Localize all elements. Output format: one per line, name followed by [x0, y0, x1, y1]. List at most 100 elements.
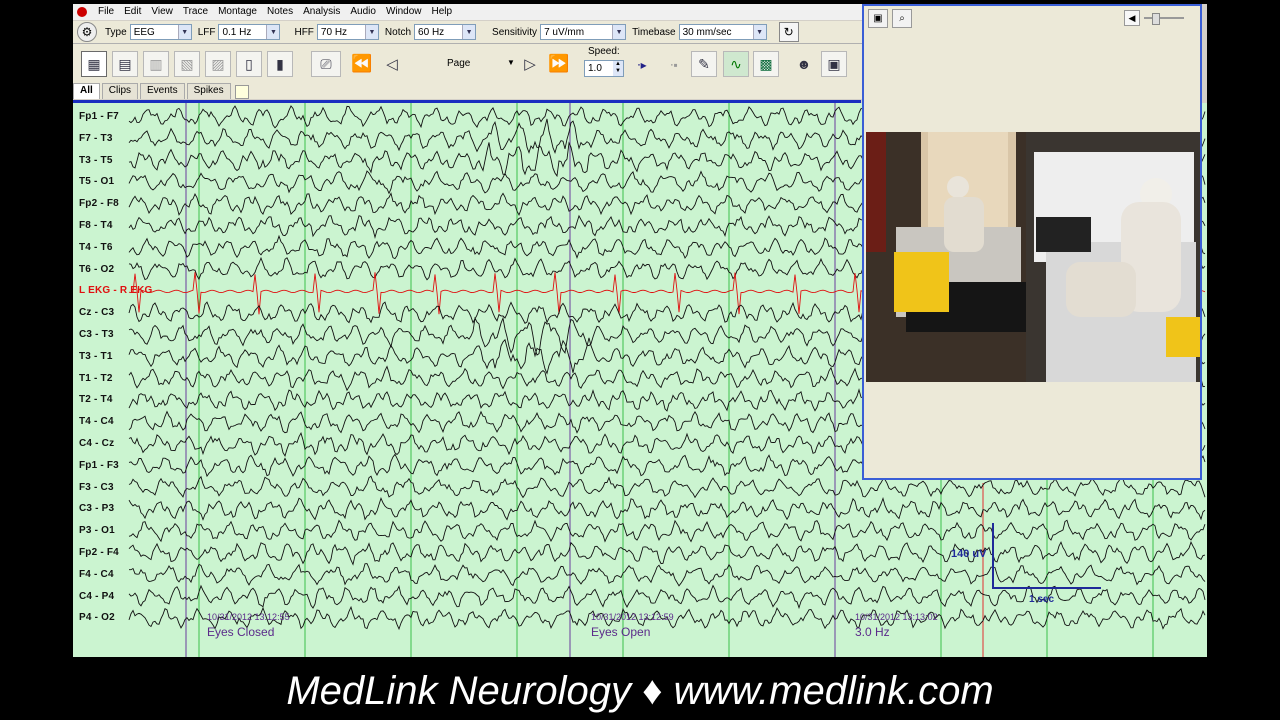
- spectrum-icon[interactable]: ▩: [753, 51, 779, 77]
- volume-slider[interactable]: [1144, 13, 1184, 25]
- tab-clips[interactable]: Clips: [101, 83, 139, 99]
- montage-view-icon[interactable]: ▦: [81, 51, 107, 77]
- channel-label[interactable]: F3 - C3: [79, 482, 114, 493]
- event-timestamp: 10/31/2012 13:12:59: [591, 612, 674, 622]
- sensitivity-select[interactable]: 7 uV/mm ▼: [540, 24, 627, 40]
- video-image: [866, 132, 1200, 382]
- lff-label: LFF: [197, 26, 216, 38]
- channel-label[interactable]: T6 - O2: [79, 264, 114, 275]
- event-timestamp: 10/31/2012 13:13:02: [855, 612, 938, 622]
- tab-all[interactable]: All: [73, 83, 100, 99]
- menu-audio[interactable]: Audio: [345, 5, 381, 19]
- waveform-icon[interactable]: ∿: [723, 51, 749, 77]
- channel-label[interactable]: T4 - C4: [79, 416, 114, 427]
- zoom-icon[interactable]: ⌕: [892, 8, 912, 28]
- channel-label[interactable]: C4 - Cz: [79, 438, 114, 449]
- app-system-icon[interactable]: [75, 5, 89, 19]
- speed-input[interactable]: 1.0 ▲ ▼: [584, 60, 624, 77]
- menu-notes[interactable]: Notes: [262, 5, 298, 19]
- channel-label[interactable]: T5 - O1: [79, 176, 114, 187]
- channel-label[interactable]: Fp1 - F7: [79, 111, 119, 122]
- report-icon[interactable]: ▣: [821, 51, 847, 77]
- sensitivity-label: Sensitivity: [492, 26, 538, 38]
- page-mode-label[interactable]: Page: [447, 58, 470, 69]
- play-pointer-icon[interactable]: ⸱▸: [629, 51, 655, 77]
- page-dropdown-icon[interactable]: ▼: [507, 58, 515, 67]
- timebase-value: 30 mm/sec: [682, 26, 732, 38]
- menu-file[interactable]: File: [93, 5, 119, 19]
- chevron-down-icon: ▼: [364, 25, 378, 39]
- chevron-down-icon: ▼: [752, 25, 766, 39]
- menu-edit[interactable]: Edit: [119, 5, 146, 19]
- speed-label: Speed:: [588, 46, 620, 57]
- calibration-time: 1 sec: [1029, 594, 1055, 605]
- refresh-icon[interactable]: ↻: [778, 22, 799, 42]
- fast-rewind-icon[interactable]: ⏪: [349, 51, 375, 77]
- patient-icon[interactable]: ☻: [791, 51, 817, 77]
- fast-forward-icon[interactable]: ⏩: [546, 51, 572, 77]
- channel-label[interactable]: P4 - O2: [79, 612, 115, 623]
- hff-value: 70 Hz: [320, 26, 348, 38]
- video-camera-icon[interactable]: ⎚: [311, 51, 341, 77]
- book-icon[interactable]: ▯: [236, 51, 262, 77]
- event-label[interactable]: Eyes Closed: [207, 625, 274, 639]
- page-overlay-icon[interactable]: ▨: [205, 51, 231, 77]
- hff-label: HFF: [294, 26, 314, 38]
- channel-label[interactable]: T3 - T1: [79, 351, 113, 362]
- channel-label[interactable]: T1 - T2: [79, 373, 113, 384]
- page-compare-icon[interactable]: ▧: [174, 51, 200, 77]
- sensitivity-value: 7 uV/mm: [544, 26, 585, 38]
- event-label[interactable]: Eyes Open: [591, 625, 650, 639]
- type-select[interactable]: EEG ▼: [129, 24, 192, 40]
- channel-label[interactable]: T2 - T4: [79, 394, 113, 405]
- channel-label[interactable]: T4 - T6: [79, 242, 113, 253]
- volume-icon[interactable]: ◀: [1124, 10, 1140, 26]
- channel-label[interactable]: F4 - C4: [79, 569, 114, 580]
- marker-tool-icon[interactable]: ⸱▪: [661, 51, 687, 77]
- channel-label[interactable]: Cz - C3: [79, 307, 114, 318]
- channel-label[interactable]: P3 - O1: [79, 525, 115, 536]
- eeg-channel-trace: [129, 563, 1206, 587]
- slider-thumb[interactable]: [1152, 13, 1160, 25]
- channel-label[interactable]: Fp1 - F3: [79, 460, 119, 471]
- tab-events[interactable]: Events: [140, 83, 185, 99]
- settings-gear-icon[interactable]: ⚙: [77, 22, 97, 42]
- new-note-icon[interactable]: [234, 85, 249, 99]
- chevron-down-icon: ▼: [266, 25, 280, 39]
- snapshot-icon[interactable]: ▣: [868, 8, 888, 28]
- menu-montage[interactable]: Montage: [213, 5, 262, 19]
- eeg-channel-trace: [128, 541, 1206, 566]
- menu-help[interactable]: Help: [427, 5, 458, 19]
- tab-spikes[interactable]: Spikes: [186, 83, 231, 99]
- channel-label[interactable]: C4 - P4: [79, 591, 114, 602]
- type-label: Type: [105, 26, 127, 38]
- channel-label[interactable]: T3 - T5: [79, 155, 113, 166]
- hff-select[interactable]: 70 Hz ▼: [316, 24, 379, 40]
- channel-label[interactable]: F7 - T3: [79, 133, 113, 144]
- menu-analysis[interactable]: Analysis: [298, 5, 345, 19]
- menu-trace[interactable]: Trace: [178, 5, 213, 19]
- channel-label[interactable]: F8 - T4: [79, 220, 113, 231]
- spinner-arrows-icon[interactable]: ▲ ▼: [613, 61, 623, 76]
- channel-label[interactable]: Fp2 - F8: [79, 198, 119, 209]
- channel-label[interactable]: C3 - T3: [79, 329, 114, 340]
- menu-bar: File Edit View Trace Montage Notes Analy…: [73, 4, 863, 20]
- annotation-icon[interactable]: ✎: [691, 51, 717, 77]
- page-layout-icon[interactable]: ▤: [112, 51, 138, 77]
- step-back-icon[interactable]: ◁: [379, 51, 405, 77]
- menu-view[interactable]: View: [146, 5, 178, 19]
- lff-select[interactable]: 0.1 Hz ▼: [218, 24, 281, 40]
- page-split-icon[interactable]: ▥: [143, 51, 169, 77]
- channel-label[interactable]: Fp2 - F4: [79, 547, 119, 558]
- page-marker-icon[interactable]: ▮: [267, 51, 293, 77]
- timebase-select[interactable]: 30 mm/sec ▼: [678, 24, 767, 40]
- menu-window[interactable]: Window: [381, 5, 427, 19]
- event-label[interactable]: 3.0 Hz: [855, 625, 890, 639]
- step-forward-icon[interactable]: ▷: [517, 51, 543, 77]
- channel-label[interactable]: L EKG - R EKG: [79, 285, 153, 296]
- speed-value: 1.0: [588, 63, 602, 74]
- channel-label[interactable]: C3 - P3: [79, 503, 114, 514]
- timebase-label: Timebase: [632, 26, 676, 38]
- event-timestamp: 10/31/2012 13:12:55: [207, 612, 290, 622]
- notch-select[interactable]: 60 Hz ▼: [414, 24, 477, 40]
